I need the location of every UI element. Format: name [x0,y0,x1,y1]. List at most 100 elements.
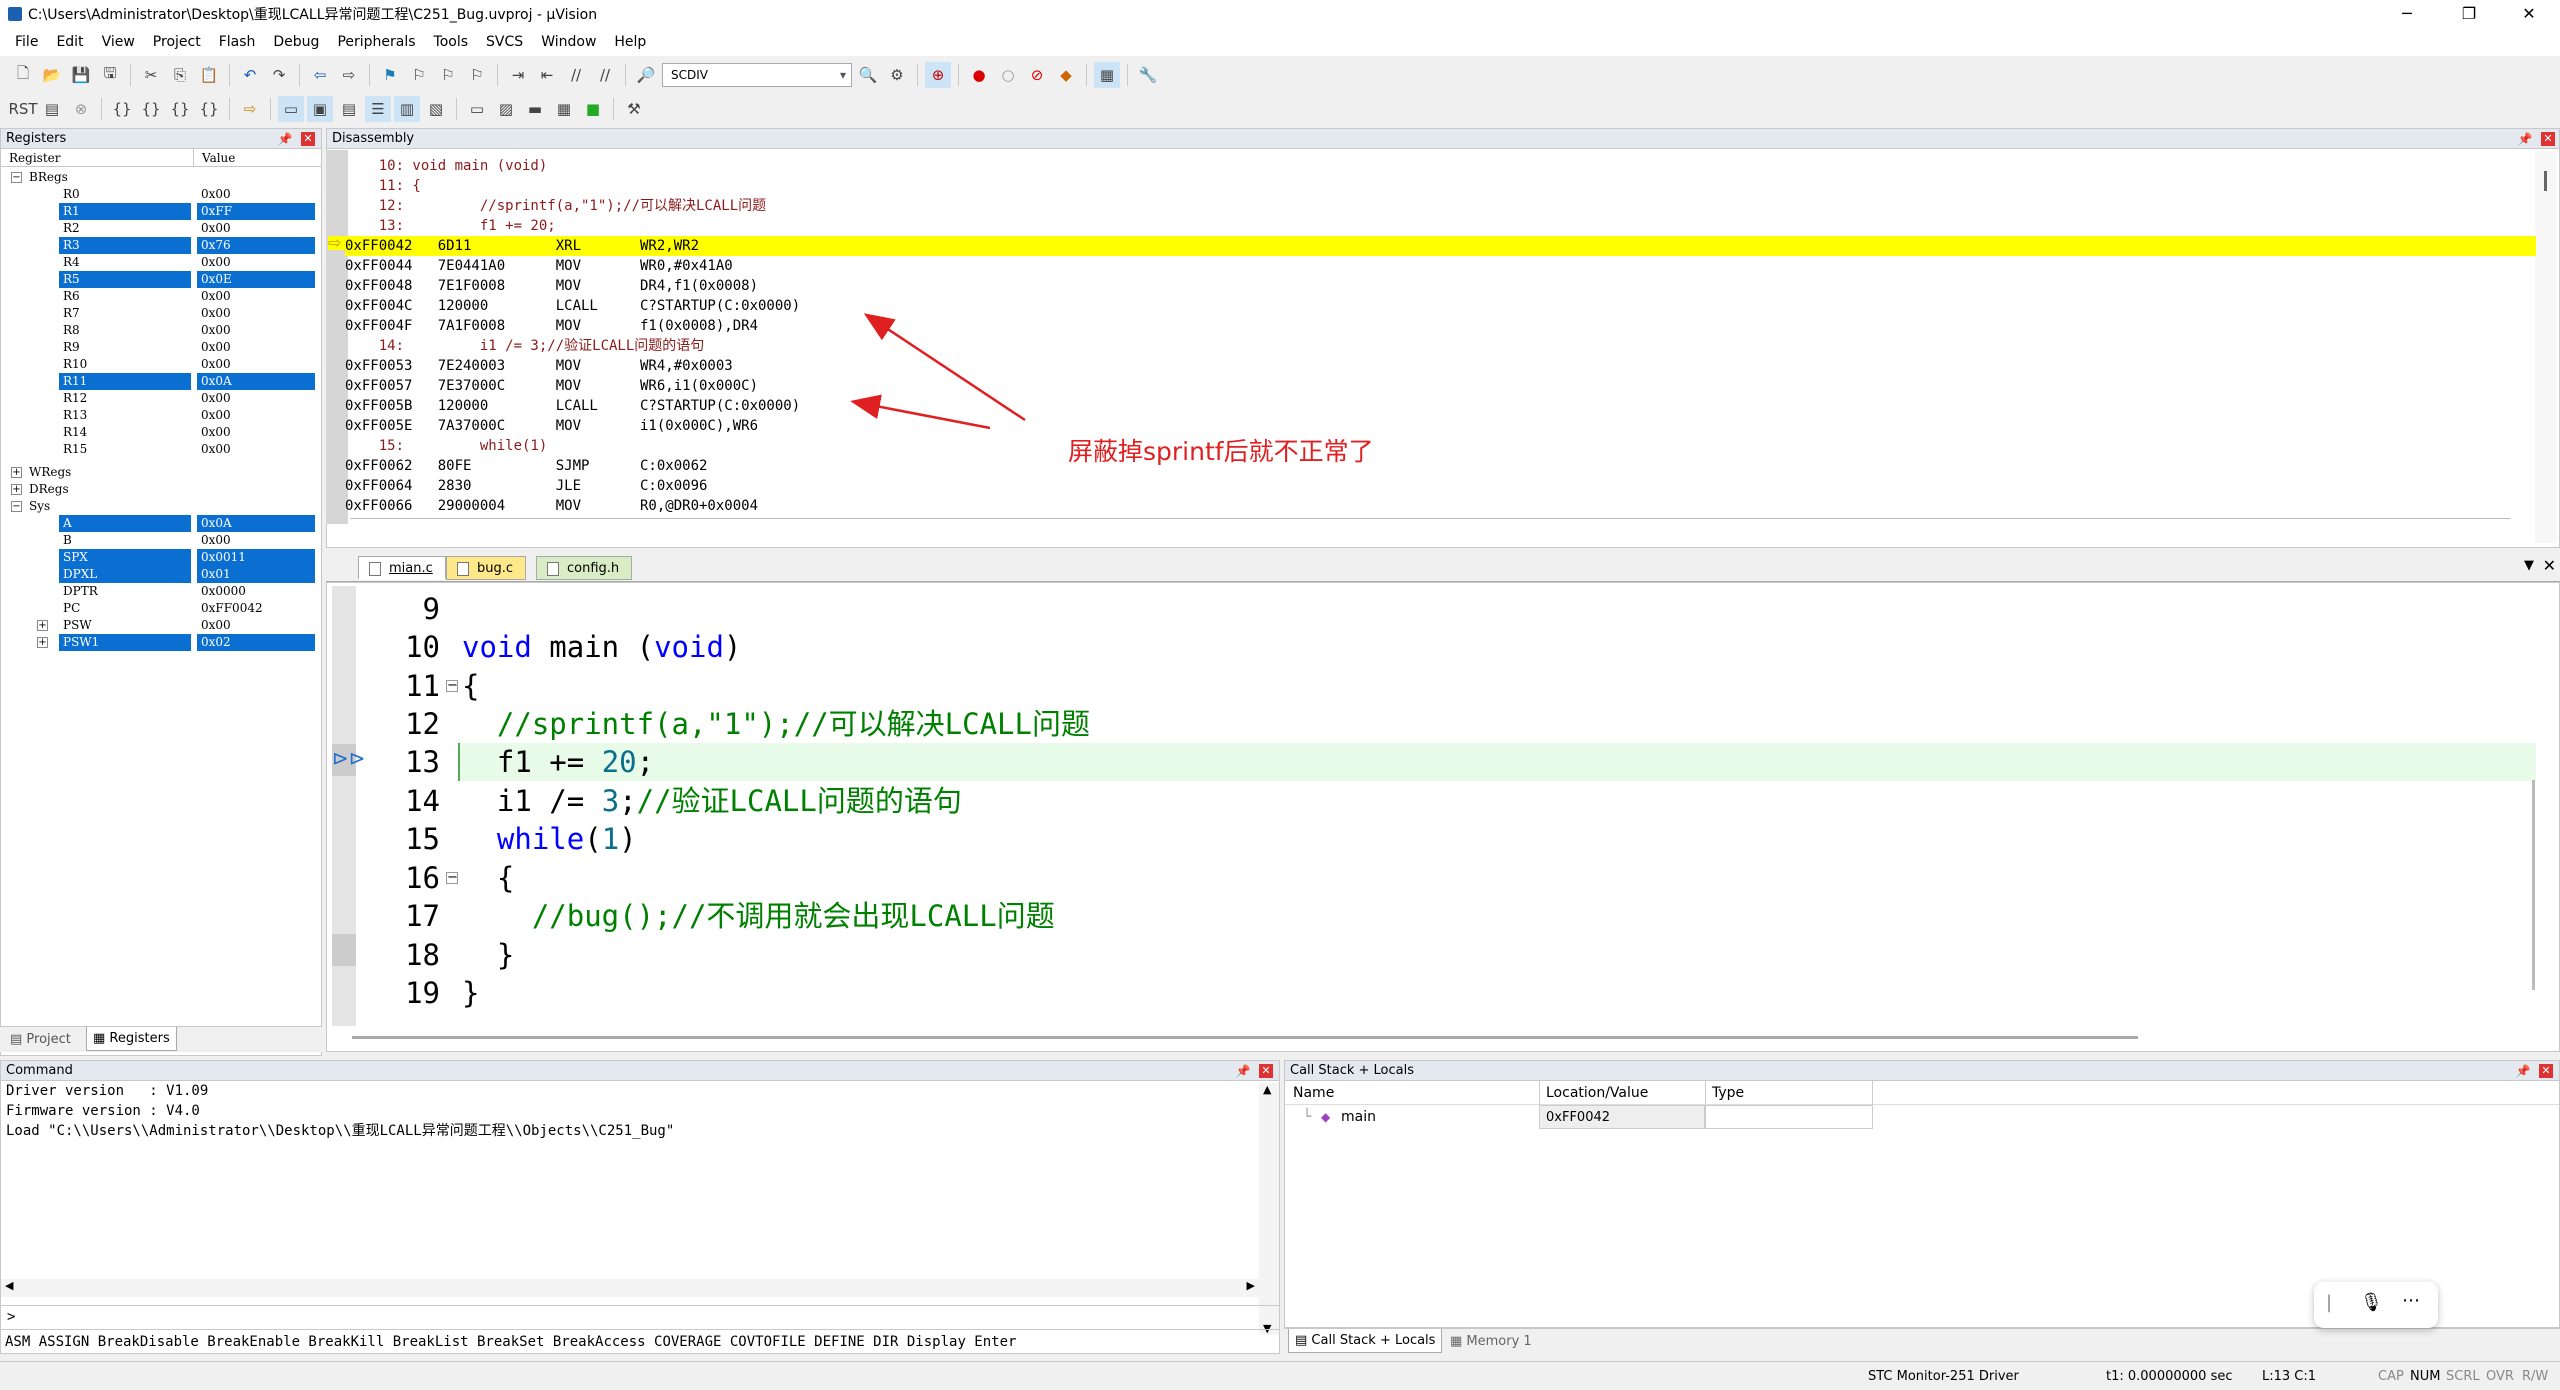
asm-line-current[interactable]: 0xFF0042 6D11 XRL WR2,WR2 [345,236,699,256]
maximize-button[interactable]: ❐ [2438,0,2500,28]
save-all-icon[interactable]: 🖫 [97,62,123,88]
reg-value[interactable]: 0x0A [197,373,315,390]
reg-value[interactable]: 0x00 [197,322,315,339]
asm-line[interactable]: 0xFF0053 7E240003 MOV WR4,#0x0003 [345,356,733,376]
asm-line[interactable]: 14: i1 /= 3;//验证LCALL问题的语句 [345,336,705,356]
toolbox-icon[interactable]: ⚒ [621,96,647,122]
code-line-10[interactable]: void main (void) [462,628,741,666]
reg-value[interactable]: 0x00 [197,305,315,322]
insert-breakpoint-icon[interactable]: ● [966,62,992,88]
menu-file[interactable]: File [6,34,47,50]
menu-flash[interactable]: Flash [210,34,265,50]
tab-config-h[interactable]: config.h [536,556,633,580]
new-file-icon[interactable]: 🗋 [10,62,36,88]
close-icon[interactable]: ✕ [301,132,315,146]
reg-row-r12[interactable]: R12 0x00 [1,390,321,407]
col-type[interactable]: Type [1705,1081,1873,1105]
watch-window-icon[interactable]: ▧ [423,96,449,122]
reg-row-r13[interactable]: R13 0x00 [1,407,321,424]
command-vscroll[interactable]: ▲ ▼ [1259,1083,1279,1335]
step-into-icon[interactable]: {} [109,96,135,122]
reg-value[interactable]: 0x00 [197,617,315,634]
close-editor-icon[interactable]: ✕ [2543,556,2556,575]
callstack-location[interactable]: 0xFF0042 [1539,1105,1705,1129]
show-next-statement-icon[interactable]: ⇨ [237,96,263,122]
serial-window-icon[interactable]: ▨ [493,96,519,122]
breakpoint-options-icon[interactable]: ◆ [1053,62,1079,88]
reg-row-b[interactable]: B 0x00 [1,532,321,549]
asm-line[interactable]: 15: while(1) [345,436,548,456]
reg-value[interactable]: 0xFF [197,203,315,220]
reg-row-r0[interactable]: R0 0x00 [1,186,321,203]
col-register[interactable]: Register [9,149,60,167]
call-stack-window-icon[interactable]: ▥ [394,96,420,122]
menu-peripherals[interactable]: Peripherals [328,34,424,50]
expand-icon[interactable]: + [11,467,22,478]
scroll-right-icon[interactable]: ▶ [1247,1279,1255,1292]
close-icon[interactable]: ✕ [1259,1064,1273,1078]
reg-row-r5[interactable]: R5 0x0E [1,271,321,288]
reg-row-r3[interactable]: R3 0x76 [1,237,321,254]
reg-value[interactable]: 0x00 [197,407,315,424]
disable-breakpoint-icon[interactable]: ○ [995,62,1021,88]
prev-bookmark-icon[interactable]: ⚐ [406,62,432,88]
code-line-14[interactable]: i1 /= 3;//验证LCALL问题的语句 [462,782,962,820]
asm-line[interactable]: 0xFF0062 80FE SJMP C:0x0062 [345,456,707,476]
asm-line[interactable]: 11: { [345,176,421,196]
pin-icon[interactable]: 📌 [2517,129,2533,149]
command-input[interactable]: > [1,1305,1279,1327]
reg-row-pc[interactable]: PC 0xFF0042 [1,600,321,617]
menu-edit[interactable]: Edit [47,34,92,50]
reg-value[interactable]: 0x0000 [197,583,315,600]
col-value[interactable]: Value [193,149,235,167]
minimize-button[interactable]: ─ [2376,0,2438,28]
group-dregs[interactable]: + DRegs [1,481,69,498]
reg-row-r6[interactable]: R6 0x00 [1,288,321,305]
reg-row-r4[interactable]: R4 0x00 [1,254,321,271]
indent-icon[interactable]: ⇥ [505,62,531,88]
stop-icon[interactable]: ⊗ [68,96,94,122]
reg-value[interactable]: 0x00 [197,390,315,407]
analysis-window-icon[interactable]: ▬ [522,96,548,122]
reg-value[interactable]: 0x0A [197,515,315,532]
menu-svcs[interactable]: SVCS [477,34,532,50]
col-location[interactable]: Location/Value [1539,1081,1648,1105]
fold-toggle-icon[interactable]: − [446,679,458,692]
reg-value[interactable]: 0x00 [197,220,315,237]
reg-value[interactable]: 0x02 [197,634,315,651]
code-line-13[interactable]: f1 += 20; [462,743,654,781]
asm-line[interactable]: 0xFF0057 7E37000C MOV WR6,i1(0x000C) [345,376,758,396]
tab-mian-c[interactable]: mian.c [358,556,446,580]
reg-value[interactable]: 0x00 [197,532,315,549]
copy-icon[interactable]: ⎘ [167,62,193,88]
navigate-back-icon[interactable]: ⇦ [307,62,333,88]
reg-row-psw[interactable]: + PSW 0x00 [1,617,321,634]
symbols-window-icon[interactable]: ▤ [336,96,362,122]
drag-handle-icon[interactable]: | [2326,1292,2332,1313]
more-options-icon[interactable]: ⋯ [2402,1290,2420,1311]
callstack-row[interactable]: └ ◆ main 0xFF0042 [1285,1105,2559,1129]
configure-icon[interactable]: ⚙ [884,62,910,88]
next-bookmark-icon[interactable]: ⚐ [435,62,461,88]
reg-value[interactable]: 0x00 [197,339,315,356]
fold-toggle-icon[interactable]: − [446,871,458,884]
menu-debug[interactable]: Debug [264,34,328,50]
reset-cpu-icon[interactable]: RST [8,96,37,122]
reg-row-spx[interactable]: SPX 0x0011 [1,549,321,566]
reg-row-dptr[interactable]: DPTR 0x0000 [1,583,321,600]
reg-value[interactable]: 0x0011 [197,549,315,566]
uncomment-icon[interactable]: // [592,62,618,88]
group-sys[interactable]: − Sys [1,498,50,515]
disassembly-window-icon[interactable]: ▣ [307,96,333,122]
target-combo[interactable]: SCDIV [662,63,852,87]
reg-row-r10[interactable]: R10 0x00 [1,356,321,373]
collapse-icon[interactable]: − [11,172,22,183]
reg-row-r2[interactable]: R2 0x00 [1,220,321,237]
asm-line[interactable]: 0xFF0064 2830 JLE C:0x0096 [345,476,707,496]
reg-row-r1[interactable]: R1 0xFF [1,203,321,220]
reg-row-r14[interactable]: R14 0x00 [1,424,321,441]
asm-line[interactable]: 0xFF005E 7A37000C MOV i1(0x000C),WR6 [345,416,758,436]
collapse-icon[interactable]: − [11,501,22,512]
scroll-left-icon[interactable]: ◀ [5,1279,13,1292]
expand-icon[interactable]: + [37,637,48,648]
